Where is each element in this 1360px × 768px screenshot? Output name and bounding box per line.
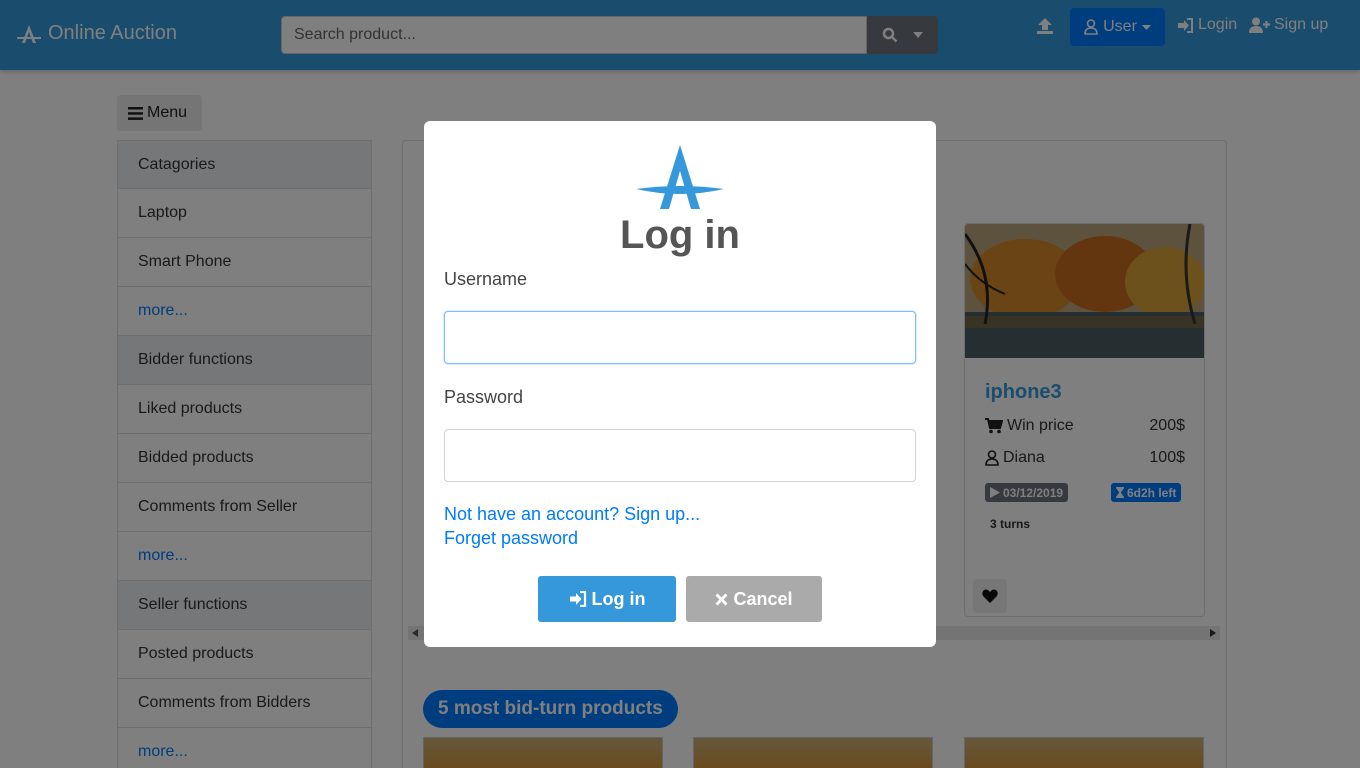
username-label: Username: [444, 269, 528, 289]
password-label: Password: [444, 387, 524, 407]
close-icon: [715, 592, 729, 606]
auction-logo-icon: [636, 145, 724, 209]
login-button[interactable]: Log in: [538, 576, 676, 622]
cancel-button-label: Cancel: [733, 588, 793, 609]
username-input[interactable]: [444, 311, 916, 364]
signup-link[interactable]: Not have an account? Sign up...: [444, 504, 700, 525]
cancel-button[interactable]: Cancel: [686, 576, 822, 622]
sign-in-icon: [569, 591, 586, 607]
password-input[interactable]: [444, 429, 916, 482]
login-button-label: Log in: [591, 588, 646, 609]
forgot-password-link[interactable]: Forget password: [444, 528, 578, 549]
login-modal: Log in Username Password Not have an acc…: [424, 121, 936, 647]
modal-title: Log in: [620, 213, 740, 257]
